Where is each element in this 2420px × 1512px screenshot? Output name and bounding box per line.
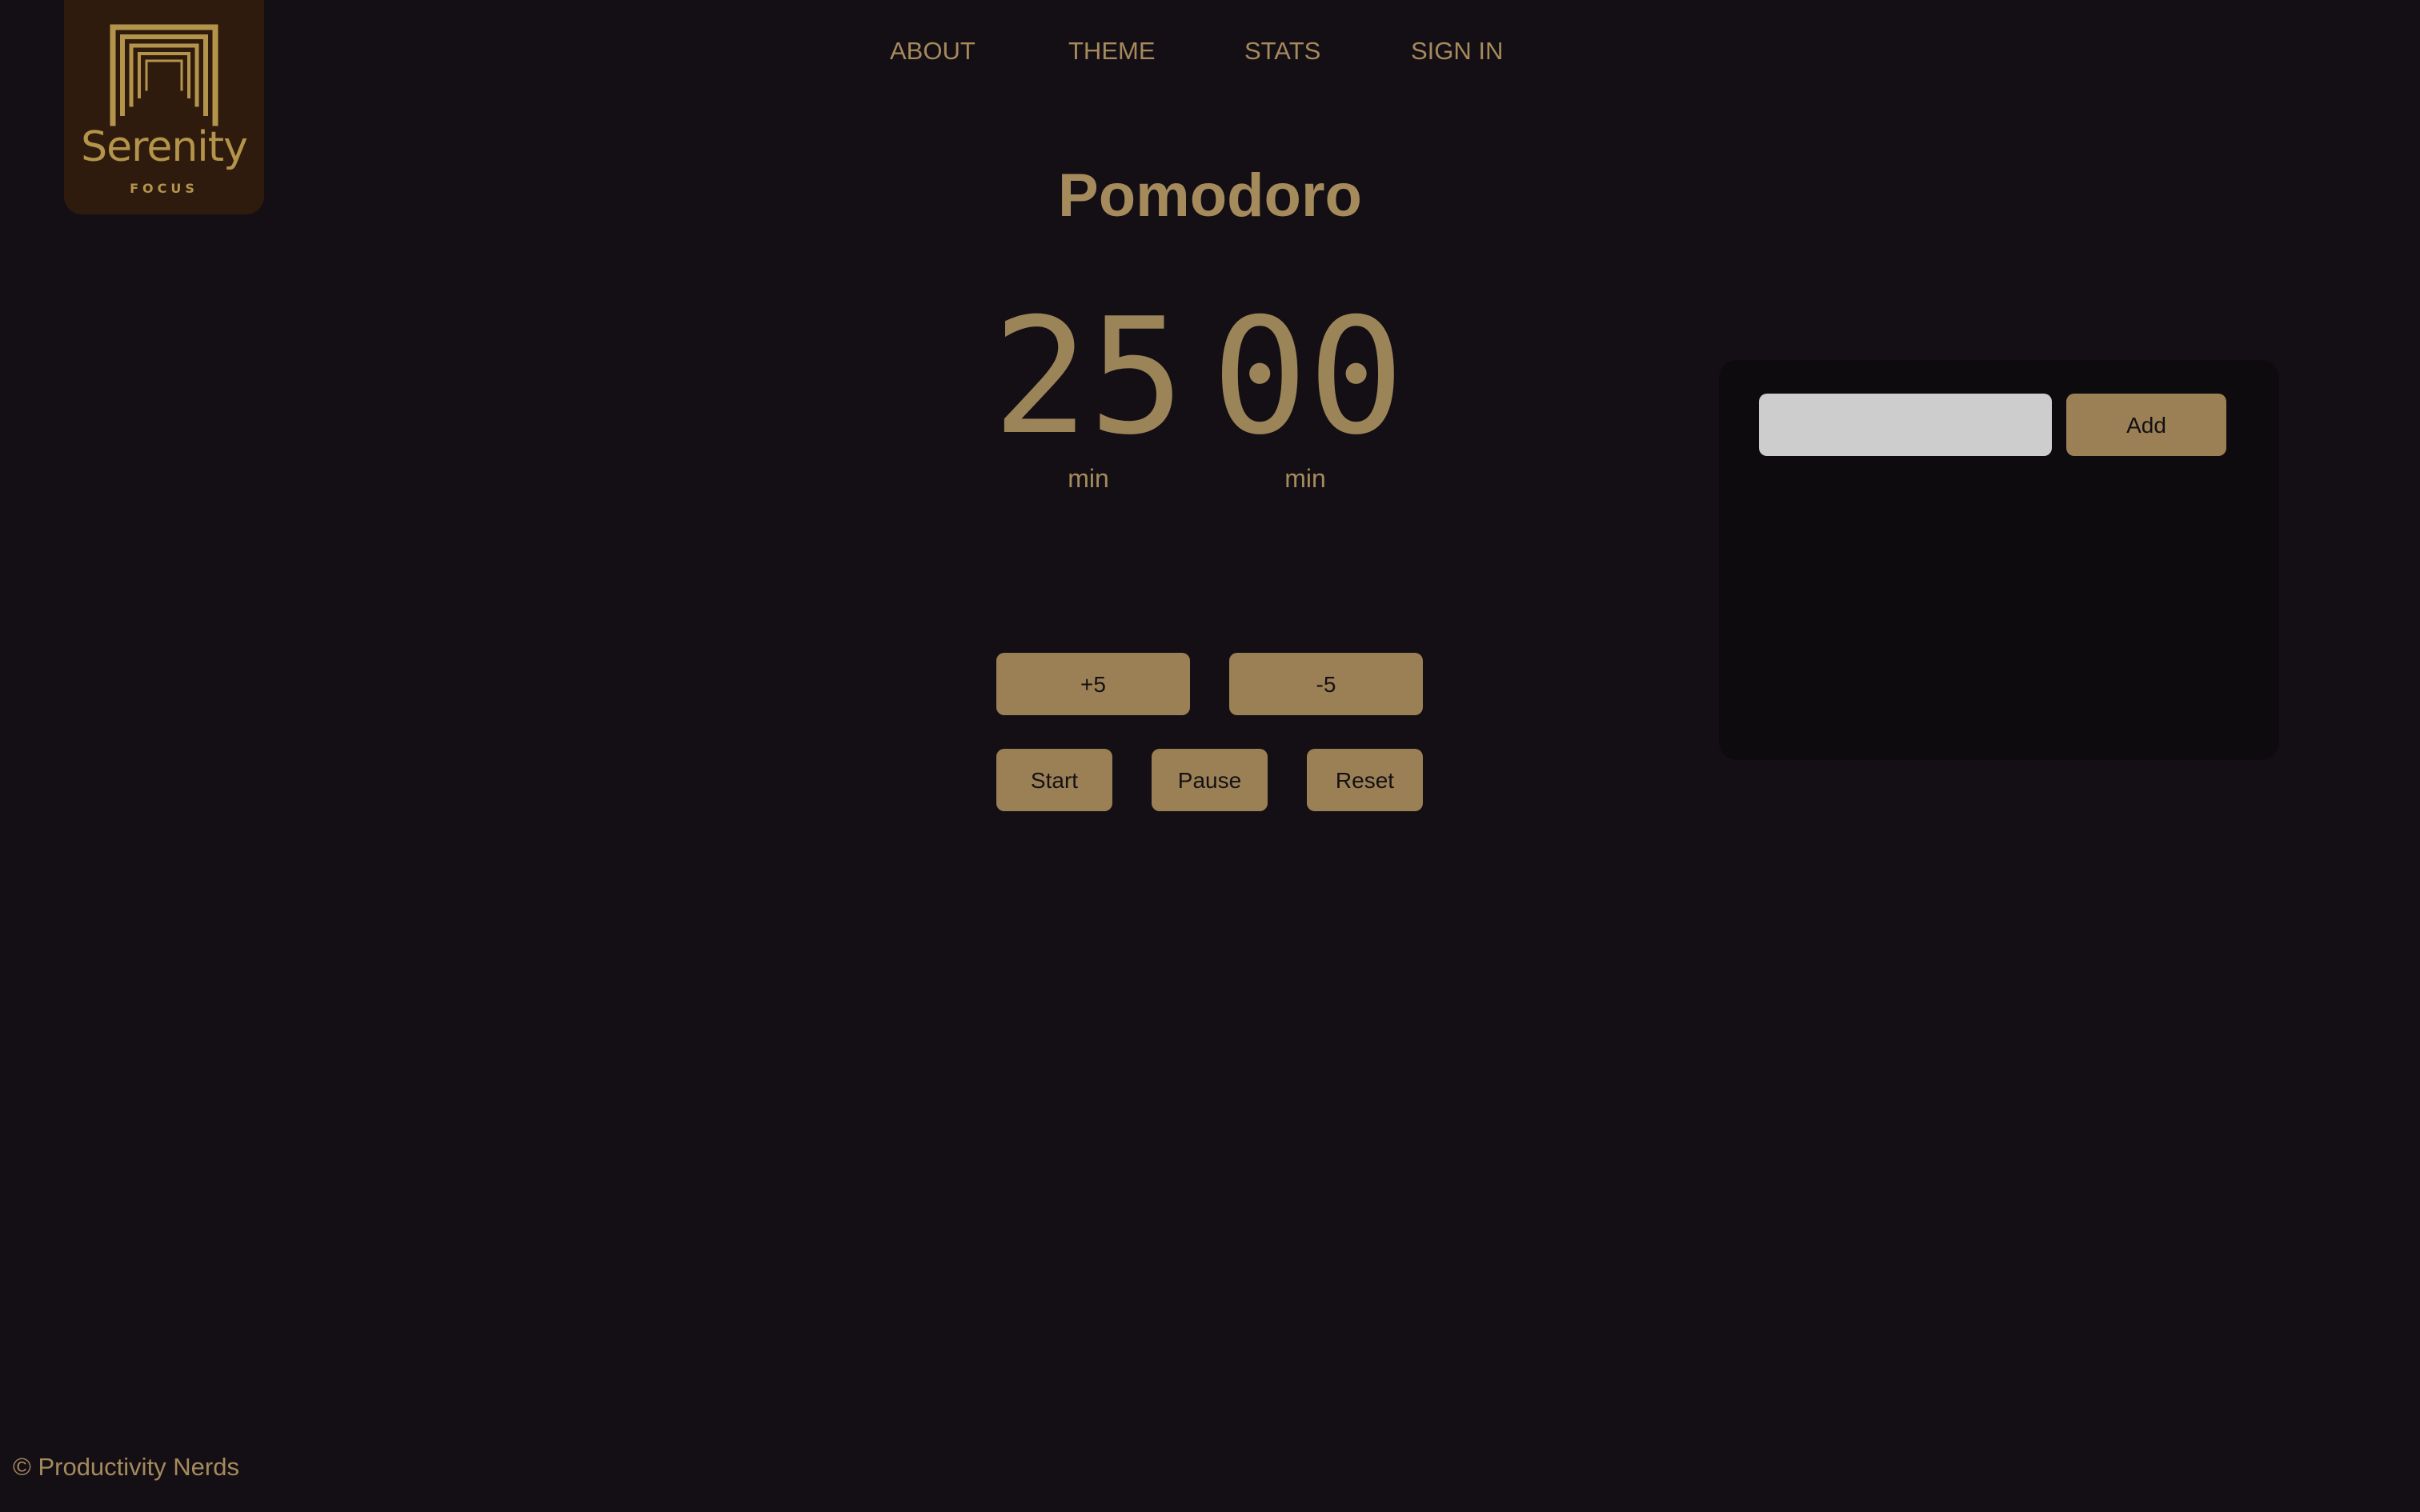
timer-seconds: 00 [1212, 284, 1404, 470]
nav-sign-in[interactable]: SIGN IN [1411, 35, 1503, 67]
app-logo[interactable]: Serenity FOCUS [64, 0, 264, 214]
reset-button[interactable]: Reset [1307, 749, 1423, 811]
nav-stats[interactable]: STATS [1244, 35, 1320, 67]
page-title: Pomodoro [1058, 162, 1362, 230]
nav-theme[interactable]: THEME [1068, 35, 1156, 67]
timer-minutes: 25 [992, 284, 1185, 470]
minutes-unit-label: min [1068, 464, 1109, 493]
top-nav: ABOUT THEME STATS SIGN IN [0, 35, 2420, 67]
footer-copyright: © Productivity Nerds [13, 1453, 239, 1481]
nav-about[interactable]: ABOUT [890, 35, 976, 67]
pause-button[interactable]: Pause [1152, 749, 1268, 811]
task-panel: Add [1719, 360, 2279, 760]
logo-wordmark: Serenity [81, 123, 248, 171]
start-button[interactable]: Start [996, 749, 1112, 811]
subtract-five-minutes-button[interactable]: -5 [1229, 653, 1423, 715]
add-five-minutes-button[interactable]: +5 [996, 653, 1190, 715]
seconds-unit-label: min [1284, 464, 1326, 493]
task-input[interactable] [1759, 394, 2052, 456]
add-task-button[interactable]: Add [2066, 394, 2226, 456]
logo-tagline: FOCUS [130, 181, 198, 196]
